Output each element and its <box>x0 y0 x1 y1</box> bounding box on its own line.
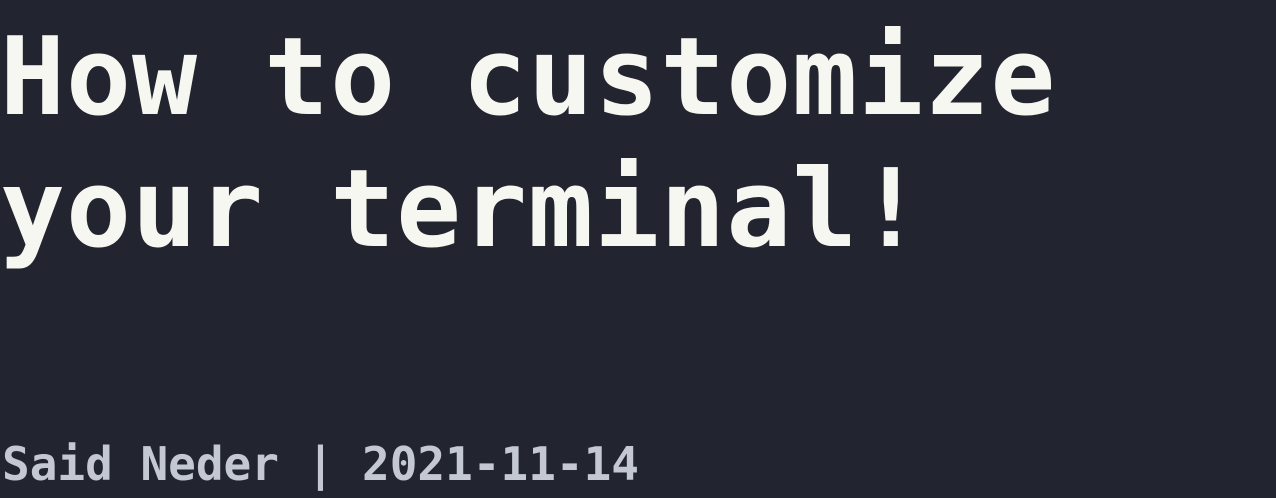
post-title-line-2: your terminal! <box>0 147 925 272</box>
post-title: How to customize your terminal! <box>0 12 1276 276</box>
post-title-line-1: How to customize <box>0 15 1057 140</box>
post-header: How to customize your terminal! Said Ned… <box>0 0 1276 498</box>
post-byline: Said Neder | 2021-11-14 <box>2 437 639 491</box>
